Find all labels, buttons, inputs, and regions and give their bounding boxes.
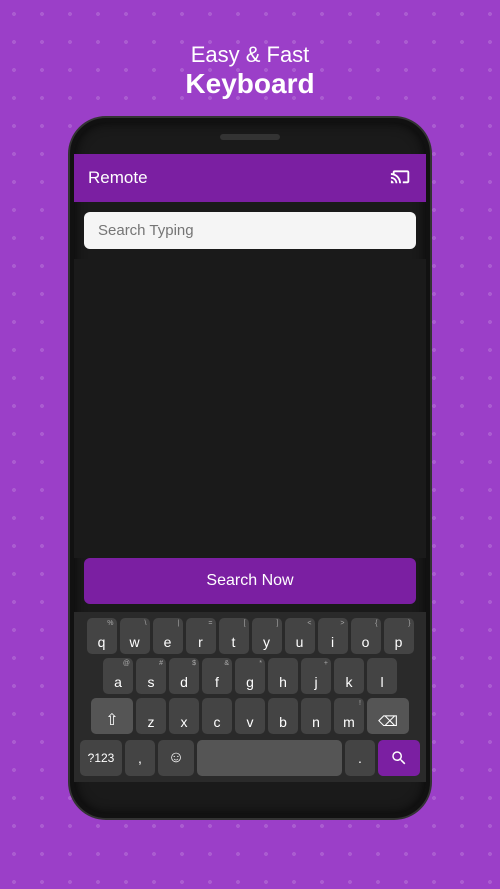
key-u[interactable]: <u <box>285 618 315 654</box>
key-j[interactable]: +j <box>301 658 331 694</box>
key-x[interactable]: x <box>169 698 199 734</box>
key-shift[interactable]: ⇧ <box>91 698 133 734</box>
key-o[interactable]: {o <box>351 618 381 654</box>
keyboard-row-1: %q \w |e =r [t ]y <u >i {o }p <box>76 618 424 654</box>
key-emoji[interactable]: ☺ <box>158 740 194 776</box>
key-p[interactable]: }p <box>384 618 414 654</box>
key-l[interactable]: l <box>367 658 397 694</box>
keyboard: %q \w |e =r [t ]y <u >i {o }p @a #s $d &… <box>74 612 426 782</box>
key-k[interactable]: k <box>334 658 364 694</box>
keyboard-row-3: ⇧ z x c v b n !m ⌫ <box>76 698 424 734</box>
search-bar[interactable] <box>84 212 416 249</box>
key-r[interactable]: =r <box>186 618 216 654</box>
key-a[interactable]: @a <box>103 658 133 694</box>
key-e[interactable]: |e <box>153 618 183 654</box>
phone-shell: Remote Search Now %q \w |e =r [t ]y <box>70 118 430 818</box>
app-bar: Remote <box>74 154 426 202</box>
key-w[interactable]: \w <box>120 618 150 654</box>
app-title: Remote <box>88 168 148 188</box>
keyboard-row-4: ?123 , ☺ . <box>76 738 424 778</box>
keyboard-row-2: @a #s $d &f *g h +j k l <box>76 658 424 694</box>
key-search[interactable] <box>378 740 420 776</box>
key-c[interactable]: c <box>202 698 232 734</box>
key-f[interactable]: &f <box>202 658 232 694</box>
key-q[interactable]: %q <box>87 618 117 654</box>
key-h[interactable]: h <box>268 658 298 694</box>
key-b[interactable]: b <box>268 698 298 734</box>
key-space[interactable] <box>197 740 342 776</box>
key-y[interactable]: ]y <box>252 618 282 654</box>
header-subtitle: Easy & Fast <box>185 42 314 68</box>
key-i[interactable]: >i <box>318 618 348 654</box>
key-d[interactable]: $d <box>169 658 199 694</box>
key-g[interactable]: *g <box>235 658 265 694</box>
content-area <box>74 259 426 558</box>
search-now-button[interactable]: Search Now <box>84 558 416 604</box>
search-input[interactable] <box>98 222 402 239</box>
key-n[interactable]: n <box>301 698 331 734</box>
key-s[interactable]: #s <box>136 658 166 694</box>
key-num[interactable]: ?123 <box>80 740 122 776</box>
key-m[interactable]: !m <box>334 698 364 734</box>
key-comma[interactable]: , <box>125 740 155 776</box>
key-period[interactable]: . <box>345 740 375 776</box>
key-z[interactable]: z <box>136 698 166 734</box>
key-t[interactable]: [t <box>219 618 249 654</box>
cast-icon[interactable] <box>390 164 412 192</box>
key-v[interactable]: v <box>235 698 265 734</box>
key-backspace[interactable]: ⌫ <box>367 698 409 734</box>
header-text: Easy & Fast Keyboard <box>185 42 314 100</box>
header-title: Keyboard <box>185 68 314 100</box>
